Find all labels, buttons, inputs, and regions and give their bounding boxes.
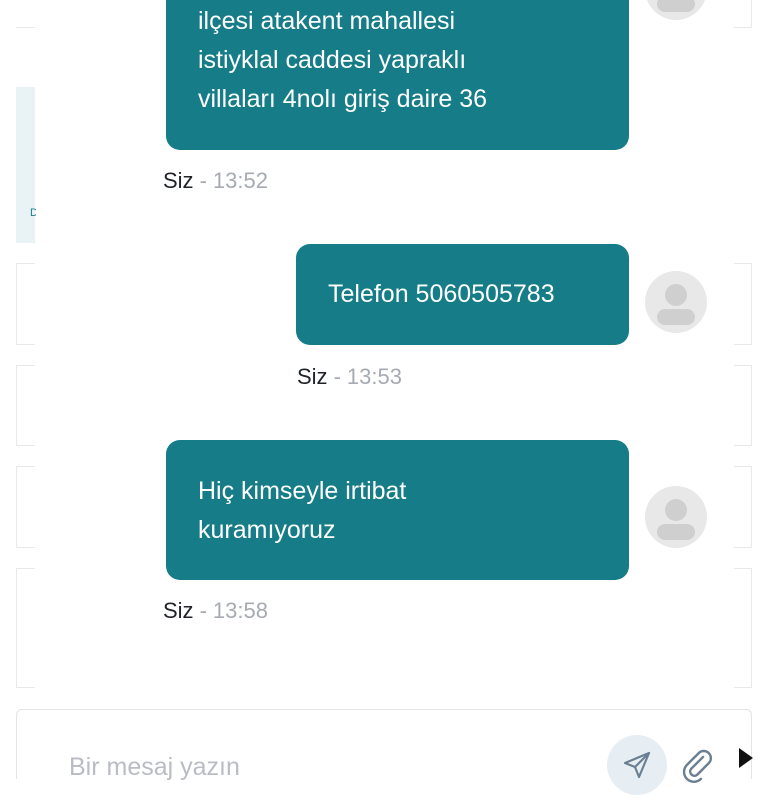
message-line: villaları 4nolı giriş daire 36 <box>198 85 488 113</box>
user-silhouette-icon <box>645 0 707 20</box>
send-button[interactable] <box>607 735 667 795</box>
background-divider <box>16 547 35 548</box>
background-divider <box>734 466 752 467</box>
message-bubble: ilçesi atakent mahallesi istiyklal cadde… <box>166 0 629 150</box>
background-divider <box>16 687 35 688</box>
message-line: ilçesi atakent mahallesi <box>198 7 456 35</box>
cursor-arrow-icon <box>739 748 753 768</box>
background-card-edge <box>751 568 752 687</box>
message-line: istiyklal caddesi yapraklı <box>198 46 467 74</box>
background-divider <box>16 365 35 366</box>
background-divider <box>16 27 35 28</box>
background-card-edge <box>16 568 17 687</box>
meta-separator: - <box>199 168 207 193</box>
message-meta: Siz -13:58 <box>163 598 268 624</box>
message-time: 13:52 <box>212 168 268 193</box>
message-sender: Siz <box>163 598 194 623</box>
attach-button[interactable] <box>679 744 713 784</box>
background-divider <box>734 547 752 548</box>
background-divider <box>16 263 35 264</box>
message-sender: Siz <box>163 168 194 193</box>
background-panel <box>16 87 35 243</box>
message-meta: Siz -13:52 <box>163 168 268 194</box>
message-sender: Siz <box>297 364 328 389</box>
meta-separator: - <box>333 364 341 389</box>
background-divider <box>734 263 752 264</box>
message-composer <box>16 709 752 795</box>
background-divider <box>734 344 752 345</box>
background-card-edge <box>751 365 752 445</box>
message-bubble: Telefon 5060505783 <box>296 244 629 345</box>
background-divider <box>734 27 752 28</box>
background-divider <box>734 687 752 688</box>
background-card-edge <box>751 0 752 27</box>
background-divider <box>16 445 35 446</box>
background-card-edge <box>16 365 17 445</box>
background-divider <box>16 344 35 345</box>
send-icon <box>623 751 651 779</box>
message-bubble: Hiç kimseyle irtibat kuramıyoruz <box>166 440 629 580</box>
paperclip-icon <box>682 749 713 783</box>
user-silhouette-icon <box>645 271 707 333</box>
user-silhouette-icon <box>645 486 707 548</box>
background-card-edge <box>751 263 752 344</box>
message-line: Telefon 5060505783 <box>328 280 555 308</box>
background-divider <box>16 568 35 569</box>
background-card-edge <box>751 466 752 547</box>
message-time: 13:53 <box>346 364 402 389</box>
background-card-edge <box>16 263 17 344</box>
background-card-edge <box>16 466 17 547</box>
message-line: kuramıyoruz <box>198 516 336 544</box>
background-divider <box>16 466 35 467</box>
message-input[interactable] <box>67 748 551 786</box>
message-time: 13:58 <box>212 598 268 623</box>
background-divider <box>734 568 752 569</box>
background-divider <box>734 365 752 366</box>
message-line: Hiç kimseyle irtibat <box>198 477 407 505</box>
meta-separator: - <box>199 598 207 623</box>
background-divider <box>734 445 752 446</box>
message-meta: Siz -13:53 <box>297 364 402 390</box>
